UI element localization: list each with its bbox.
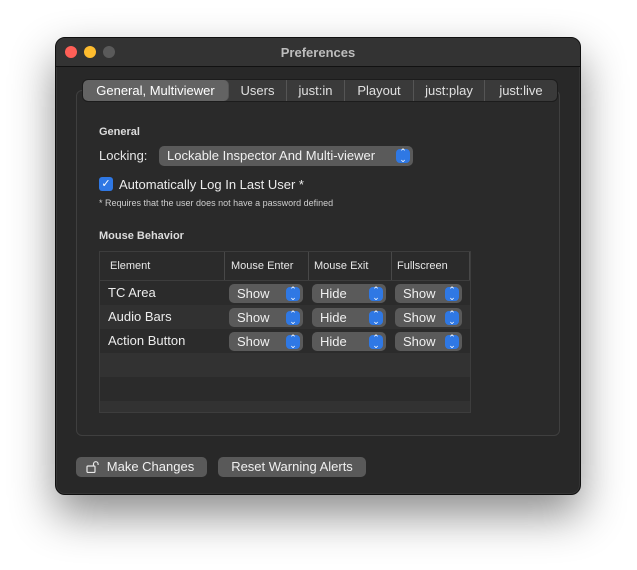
table-header: Element Mouse Enter Mouse Exit Fullscree… [100, 252, 470, 281]
mouse-enter-popup[interactable]: Show ⌃ ⌄ [229, 308, 303, 327]
chevron-updown-icon: ⌃ ⌄ [445, 309, 459, 325]
tab-bar: General, Multiviewer Users just:in Playo… [82, 79, 558, 102]
row-element-label: Audio Bars [108, 309, 172, 324]
chevron-updown-icon: ⌃ ⌄ [369, 285, 383, 301]
popup-value: Show [237, 310, 270, 325]
empty-table-row [100, 401, 470, 412]
row-element-label: TC Area [108, 285, 156, 300]
popup-value: Hide [320, 310, 347, 325]
chevron-updown-icon: ⌃ ⌄ [445, 333, 459, 349]
chevron-updown-icon: ⌃ ⌄ [445, 285, 459, 301]
popup-value: Hide [320, 286, 347, 301]
reset-warning-alerts-button[interactable]: Reset Warning Alerts [218, 457, 366, 477]
tab-just-in[interactable]: just:in [287, 80, 345, 101]
mouse-enter-popup[interactable]: Show ⌃ ⌄ [229, 332, 303, 351]
unlock-icon [86, 461, 99, 473]
locking-label: Locking: [99, 148, 148, 163]
tab-just-play[interactable]: just:play [414, 80, 485, 101]
fullscreen-popup[interactable]: Show ⌃ ⌄ [395, 332, 462, 351]
auto-login-row[interactable]: ✓ Automatically Log In Last User * [99, 175, 304, 193]
mouse-enter-popup[interactable]: Show ⌃ ⌄ [229, 284, 303, 303]
make-changes-label: Make Changes [106, 459, 195, 474]
popup-value: Show [403, 334, 436, 349]
mouse-exit-popup[interactable]: Hide ⌃ ⌄ [312, 308, 386, 327]
auto-login-checkbox[interactable]: ✓ [99, 177, 113, 191]
title-bar: Preferences [56, 38, 580, 67]
chevron-updown-icon: ⌃ ⌄ [369, 309, 383, 325]
tab-users[interactable]: Users [229, 80, 287, 101]
mouse-exit-popup[interactable]: Hide ⌃ ⌄ [312, 332, 386, 351]
chevron-updown-icon: ⌃ ⌄ [286, 285, 300, 301]
auto-login-label: Automatically Log In Last User * [119, 176, 304, 192]
popup-value: Show [237, 334, 270, 349]
fullscreen-popup[interactable]: Show ⌃ ⌄ [395, 308, 462, 327]
chevron-updown-icon: ⌃ ⌄ [396, 148, 410, 164]
table-row[interactable]: Audio Bars Show ⌃ ⌄ Hide ⌃ ⌄ Show ⌃ ⌄ [100, 305, 470, 329]
window-title: Preferences [280, 45, 356, 60]
reset-warning-alerts-label: Reset Warning Alerts [231, 459, 353, 474]
popup-value: Hide [320, 334, 347, 349]
fullscreen-popup[interactable]: Show ⌃ ⌄ [395, 284, 462, 303]
locking-popup[interactable]: Lockable Inspector And Multi-viewer ⌃ ⌄ [159, 146, 413, 166]
tab-just-live[interactable]: just:live [485, 80, 557, 101]
mouse-exit-popup[interactable]: Hide ⌃ ⌄ [312, 284, 386, 303]
make-changes-button[interactable]: Make Changes [76, 457, 207, 477]
password-note: * Requires that the user does not have a… [99, 198, 334, 208]
chevron-updown-icon: ⌃ ⌄ [286, 333, 300, 349]
locking-value: Lockable Inspector And Multi-viewer [167, 148, 376, 163]
chevron-updown-icon: ⌃ ⌄ [286, 309, 300, 325]
mouse-behavior-table: Element Mouse Enter Mouse Exit Fullscree… [99, 251, 471, 413]
tab-playout[interactable]: Playout [345, 80, 414, 101]
popup-value: Show [403, 310, 436, 325]
popup-value: Show [403, 286, 436, 301]
column-header-fullscreen[interactable]: Fullscreen [392, 252, 470, 280]
preferences-window: Preferences General, Multiviewer Users j… [55, 37, 581, 495]
tab-general-multiviewer[interactable]: General, Multiviewer [83, 80, 229, 101]
chevron-updown-icon: ⌃ ⌄ [369, 333, 383, 349]
general-section-title: General [99, 126, 140, 138]
column-header-mouse-exit[interactable]: Mouse Exit [309, 252, 392, 280]
row-element-label: Action Button [108, 333, 186, 348]
column-header-mouse-enter[interactable]: Mouse Enter [226, 252, 309, 280]
column-header-element[interactable]: Element [105, 252, 225, 280]
popup-value: Show [237, 286, 270, 301]
empty-table-row [100, 353, 470, 377]
table-row[interactable]: Action Button Show ⌃ ⌄ Hide ⌃ ⌄ Show ⌃ ⌄ [100, 329, 470, 353]
mouse-behavior-section-title: Mouse Behavior [99, 230, 184, 242]
table-row[interactable]: TC Area Show ⌃ ⌄ Hide ⌃ ⌄ Show ⌃ ⌄ [100, 281, 470, 305]
empty-table-row [100, 377, 470, 401]
